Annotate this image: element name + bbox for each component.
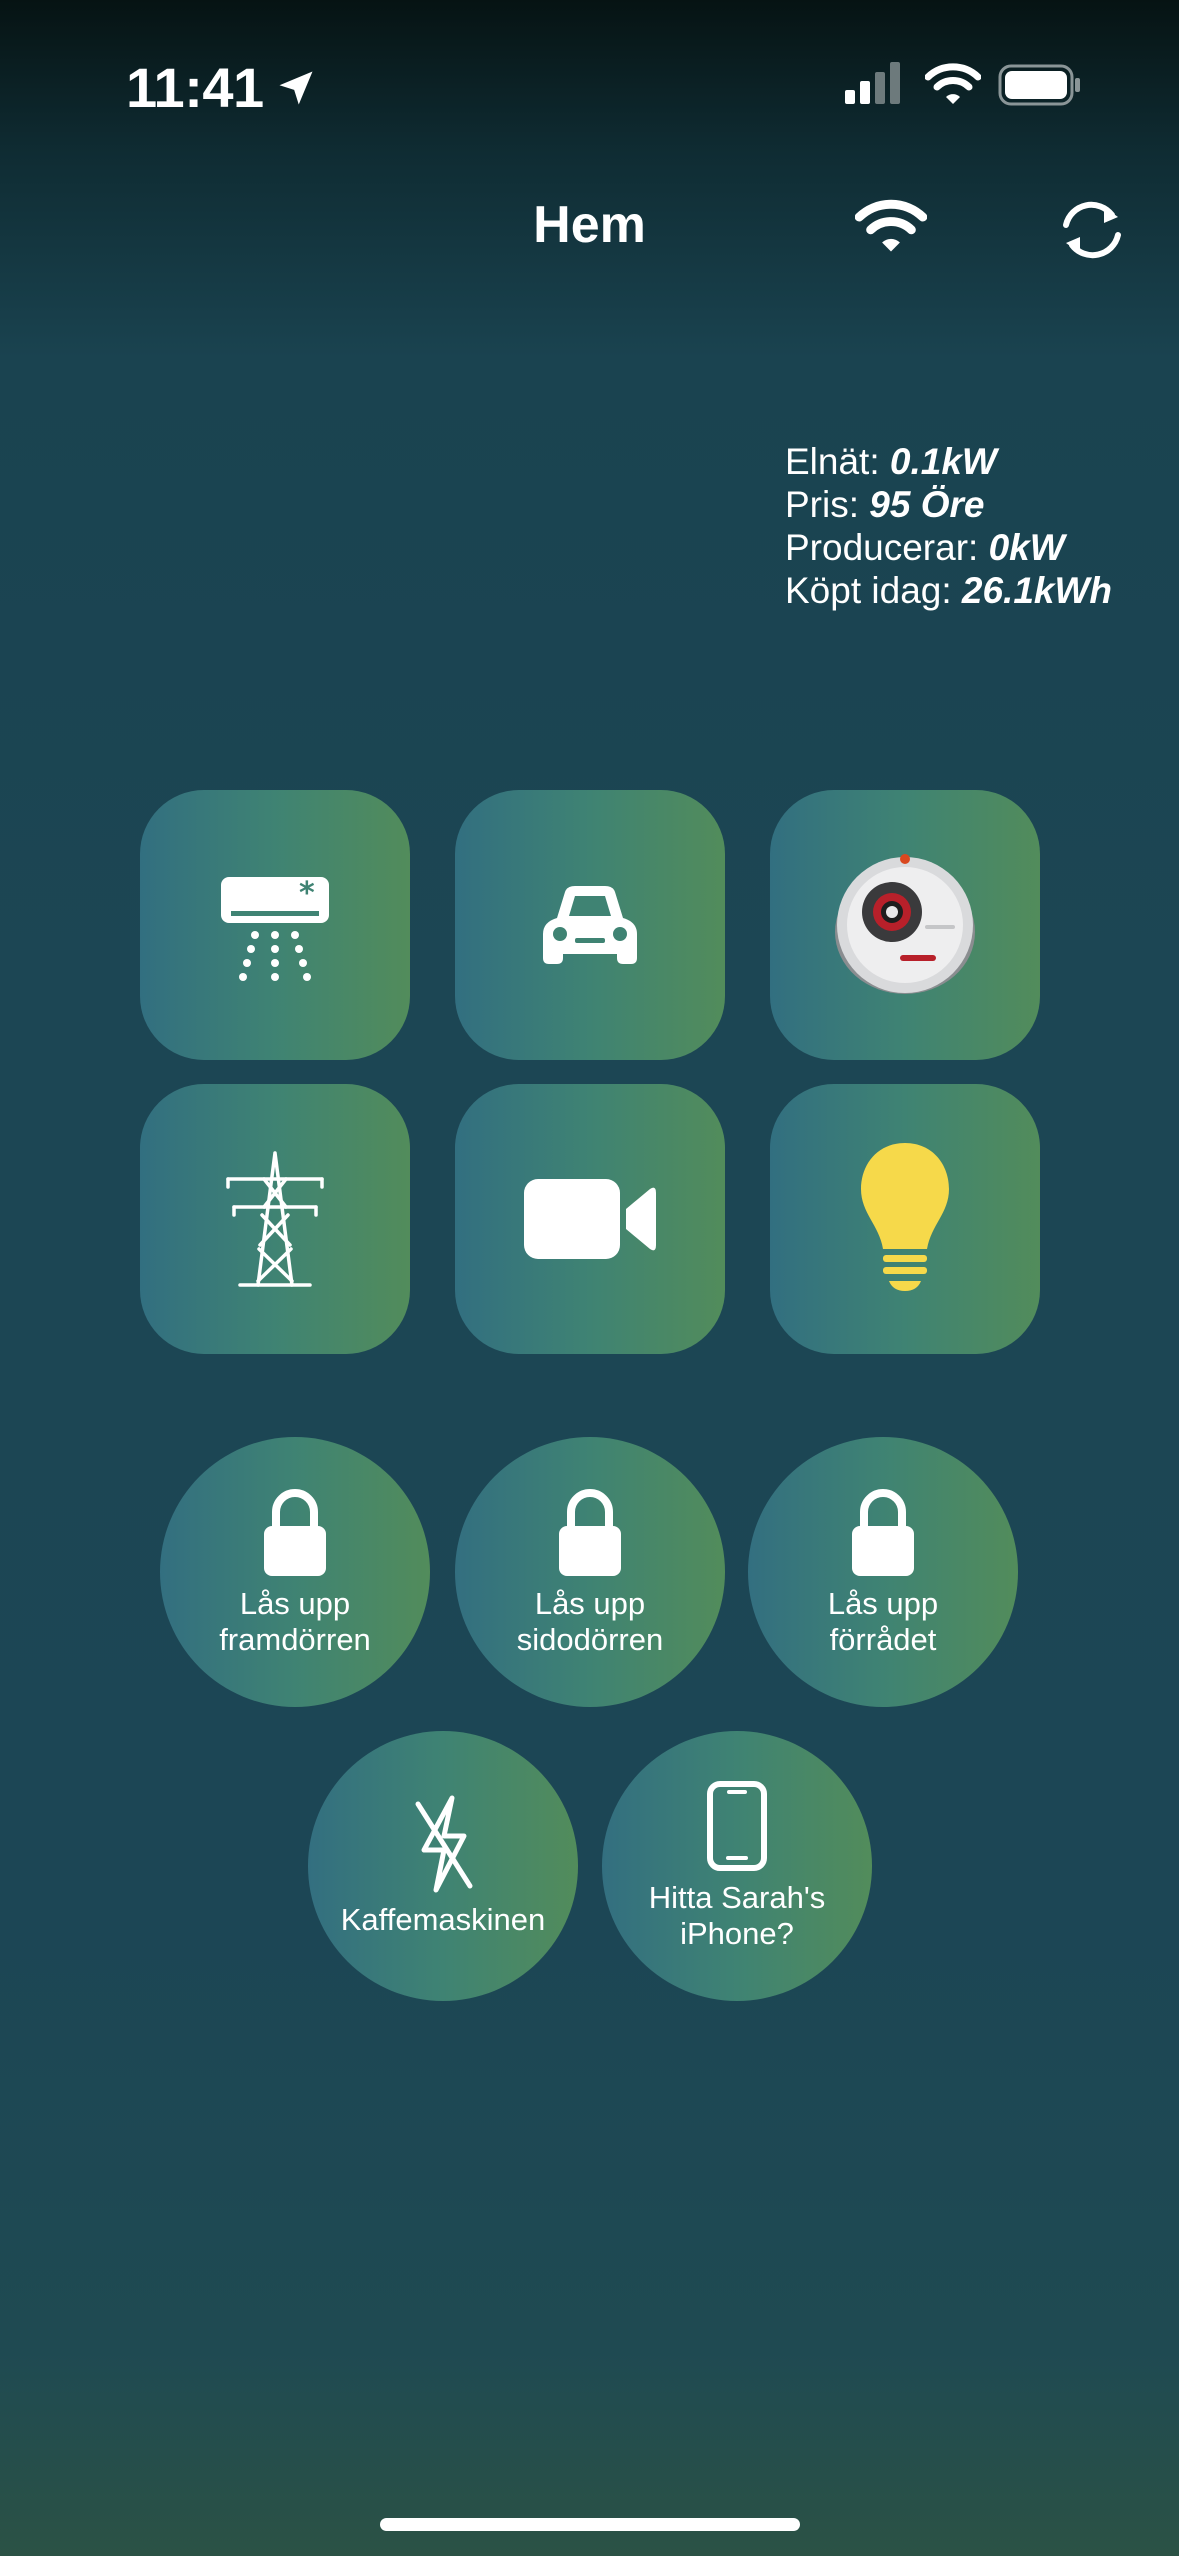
wifi-icon [925,63,981,104]
power-pylon-icon [226,1151,324,1287]
home-indicator[interactable] [380,2518,800,2531]
lock-icon [852,1489,914,1576]
refresh-icon[interactable] [1054,195,1130,265]
video-camera-icon [524,1179,656,1259]
car-tile[interactable] [455,790,725,1060]
find-phone-button[interactable]: Hitta Sarah's iPhone? [602,1731,872,2001]
energy-info: Elnät: 0.1kW Pris: 95 Öre Producerar: 0k… [785,440,1112,612]
power-off-icon [415,1795,473,1893]
bought-today-row: Köpt idag: 26.1kWh [785,570,1113,611]
unlock-storage-button[interactable]: Lås upp förrådet [748,1437,1018,1707]
location-arrow-icon [279,71,313,104]
find-phone-label-1: Hitta Sarah's [648,1880,826,1915]
producing-value: 0kW [988,527,1065,568]
battery-icon [998,64,1080,106]
page-title: Hem [533,196,646,254]
coffee-machine-button[interactable]: Kaffemaskinen [308,1731,578,2001]
producing-row: Producerar: 0kW [785,527,1065,568]
unlock-storage-label-1: Lås upp [827,1586,939,1621]
unlock-front-door-label-2: framdörren [219,1622,371,1657]
svg-text:*: * [299,876,315,911]
bought-today-value: 26.1kWh [961,570,1113,611]
air-conditioner-icon: * [221,876,329,981]
lock-icon [264,1489,326,1576]
unlock-side-door-label-2: sidodörren [516,1622,664,1657]
unlock-front-door-button[interactable]: Lås upp framdörren [160,1437,430,1707]
power-grid-tile[interactable] [140,1084,410,1354]
unlock-side-door-label-1: Lås upp [534,1586,646,1621]
air-conditioner-tile[interactable]: * [140,790,410,1060]
wifi-icon[interactable] [855,198,927,254]
phone-icon [707,1781,767,1871]
lock-icon [559,1489,621,1576]
camera-tile[interactable] [455,1084,725,1354]
car-icon [543,886,637,964]
light-tile[interactable] [770,1084,1040,1354]
cellular-signal-icon [845,62,900,104]
grid-power-row: Elnät: 0.1kW [785,441,997,482]
robot-vacuum-tile[interactable] [770,790,1040,1060]
light-bulb-icon [861,1143,949,1291]
price-row: Pris: 95 Öre [785,484,985,525]
price-value: 95 Öre [869,484,985,525]
status-time: 11:41 [126,56,264,119]
coffee-machine-label: Kaffemaskinen [340,1902,546,1937]
grid-power-value: 0.1kW [889,441,997,482]
unlock-storage-label-2: förrådet [829,1622,937,1657]
unlock-front-door-label-1: Lås upp [239,1586,351,1621]
find-phone-label-2: iPhone? [680,1916,794,1951]
unlock-side-door-button[interactable]: Lås upp sidodörren [455,1437,725,1707]
status-bar-time: 11:41 [126,55,318,120]
robot-vacuum-icon [835,854,975,994]
